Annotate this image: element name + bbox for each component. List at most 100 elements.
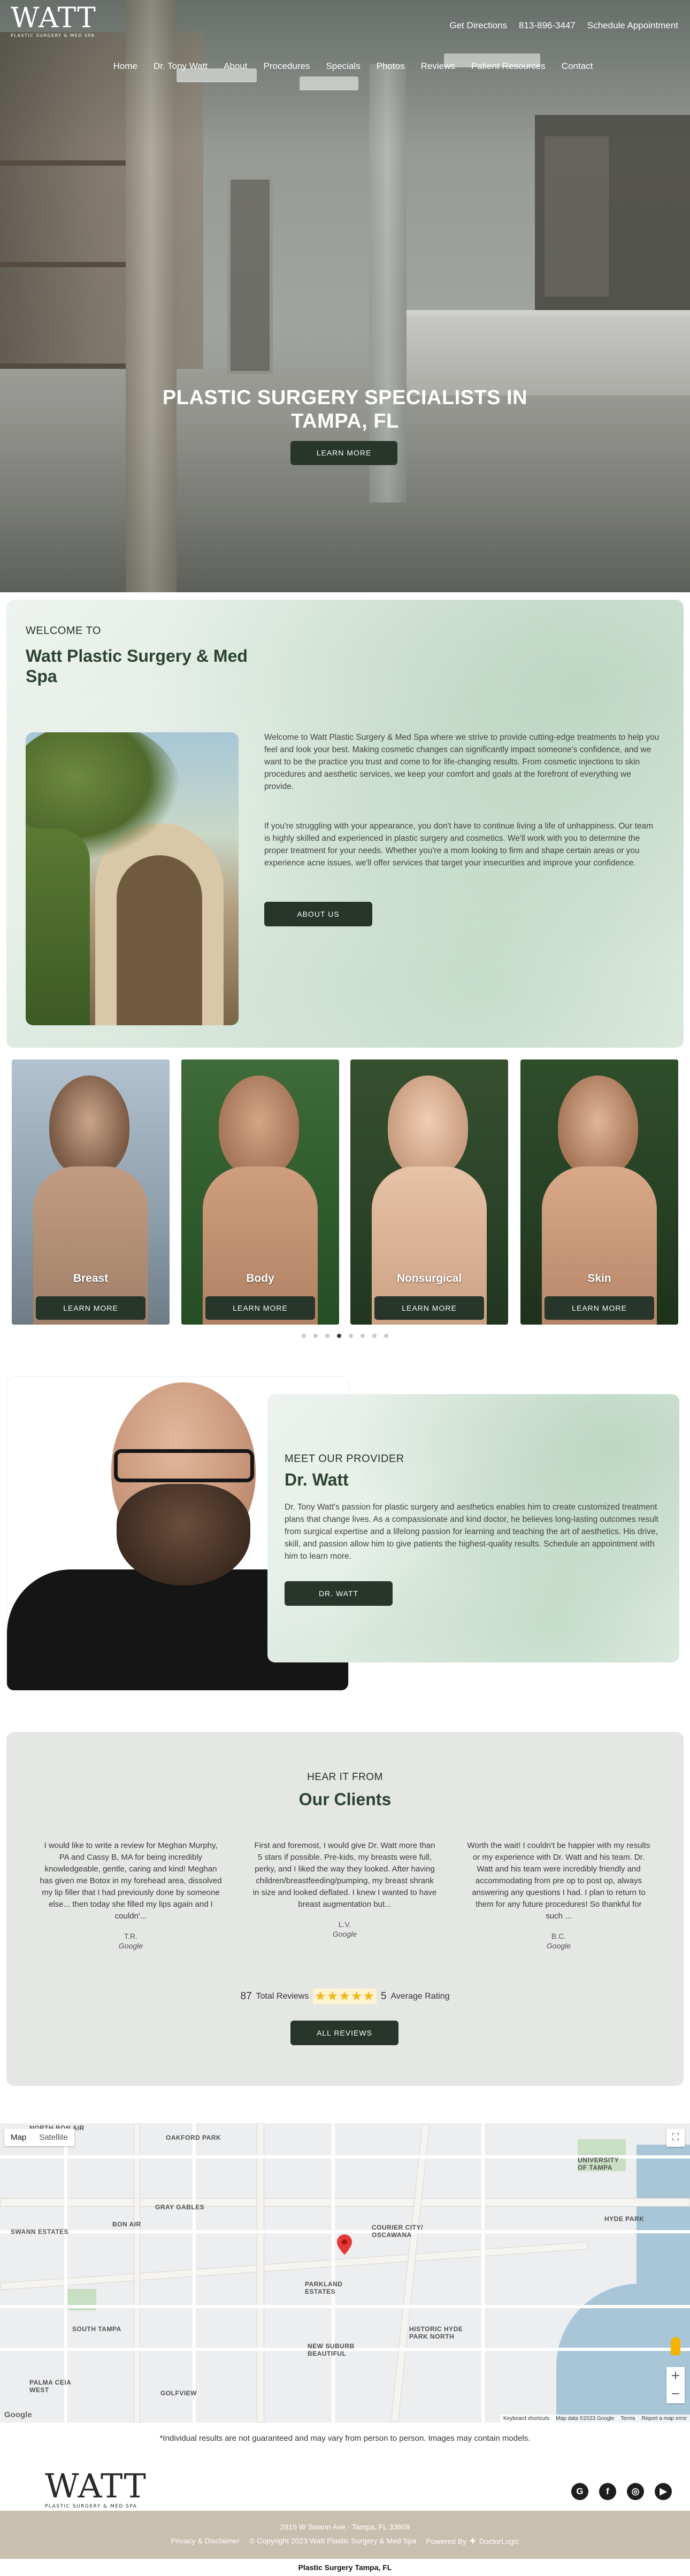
- google-logo: Google: [4, 2410, 32, 2419]
- nav-item-patient-resources[interactable]: Patient Resources: [471, 61, 546, 72]
- google-icon[interactable]: G: [571, 2483, 588, 2500]
- review-author: T.R.: [124, 1932, 137, 1940]
- provider-kicker: MEET OUR PROVIDER: [285, 1453, 404, 1465]
- phone-link[interactable]: 813-896-3447: [519, 20, 576, 31]
- review-card: First and foremost, I would give Dr. Wat…: [252, 1840, 437, 1938]
- map-label: GRAY GABLES: [155, 2203, 205, 2211]
- about-us-button[interactable]: ABOUT US: [264, 902, 372, 926]
- procedure-card-skin[interactable]: Skin LEARN MORE: [520, 1059, 678, 1325]
- map-label: COURIER CITY/ OSCAWANA: [372, 2224, 423, 2239]
- provider-section: MEET OUR PROVIDER Dr. Watt Dr. Tony Watt…: [267, 1394, 679, 1662]
- get-directions-link[interactable]: Get Directions: [449, 20, 507, 31]
- instagram-icon[interactable]: ◎: [627, 2483, 644, 2500]
- copyright-text: © Copyright 2023 Watt Plastic Surgery & …: [249, 2536, 417, 2545]
- map-pin-icon[interactable]: [337, 2234, 352, 2255]
- welcome-kicker: WELCOME TO: [26, 625, 101, 637]
- review-author: B.C.: [551, 1932, 566, 1940]
- map-label: BON AIR: [112, 2221, 141, 2228]
- hero-section: WATT PLASTIC SURGERY & MED SPA Get Direc…: [0, 0, 690, 592]
- nav-item-procedures[interactable]: Procedures: [264, 61, 310, 72]
- nav-item-specials[interactable]: Specials: [326, 61, 360, 72]
- body-learn-more-button[interactable]: LEARN MORE: [205, 1296, 315, 1320]
- map-road: [193, 2123, 196, 2423]
- reviews-section: HEAR IT FROM Our Clients I would like to…: [6, 1732, 684, 2086]
- hero-title-line1: PLASTIC SURGERY SPECIALISTS IN: [162, 386, 528, 409]
- map-tab-map[interactable]: Map: [4, 2129, 33, 2146]
- review-card: I would like to write a review for Megha…: [39, 1840, 223, 1950]
- footer-page-title: Plastic Surgery Tampa, FL: [298, 2563, 392, 2572]
- nav-item-contact[interactable]: Contact: [562, 61, 593, 72]
- card-label: Body: [246, 1272, 274, 1285]
- carousel-dot[interactable]: [302, 1334, 306, 1338]
- nav-item-home[interactable]: Home: [113, 61, 137, 72]
- card-label: Skin: [587, 1272, 611, 1285]
- all-reviews-button[interactable]: ALL REVIEWS: [290, 2021, 398, 2045]
- nonsurgical-learn-more-button[interactable]: LEARN MORE: [374, 1296, 484, 1320]
- privacy-disclaimer-link[interactable]: Privacy & Disclaimer: [171, 2536, 240, 2546]
- map-label: SWANN ESTATES: [11, 2228, 69, 2235]
- youtube-icon[interactable]: ▶: [655, 2483, 672, 2500]
- hero-learn-more-button[interactable]: LEARN MORE: [290, 441, 397, 465]
- powered-by[interactable]: Powered By ✚ DoctorLogic: [426, 2536, 519, 2546]
- map-label: OAKFORD PARK: [166, 2134, 221, 2141]
- carousel-dots: [0, 1334, 690, 1338]
- nav-item-photos[interactable]: Photos: [377, 61, 405, 72]
- map-keyboard-shortcuts-link[interactable]: Keyboard shortcuts: [503, 2416, 549, 2422]
- dr-watt-button[interactable]: DR. WATT: [285, 1581, 393, 1606]
- powered-by-brand: DoctorLogic: [479, 2536, 519, 2546]
- rating-summary: 87 Total Reviews ★★★★★ 5 Average Rating: [6, 1989, 684, 2004]
- schedule-appointment-link[interactable]: Schedule Appointment: [587, 20, 678, 31]
- fullscreen-icon[interactable]: ⛶: [666, 2129, 685, 2147]
- map-data-text: Map data ©2023 Google: [556, 2416, 615, 2422]
- photo-palm: [26, 829, 90, 1025]
- nav-item-dr-tony-watt[interactable]: Dr. Tony Watt: [154, 61, 208, 72]
- review-text: First and foremost, I would give Dr. Wat…: [252, 1841, 437, 1909]
- street-view-pegman-icon[interactable]: [671, 2337, 680, 2355]
- procedure-card-body[interactable]: Body LEARN MORE: [181, 1059, 339, 1325]
- carousel-dot[interactable]: [337, 1334, 341, 1338]
- footer-address[interactable]: 2815 W Swann Ave · Tampa, FL 33609: [0, 2523, 690, 2531]
- footer-links: Privacy & Disclaimer © Copyright 2023 Wa…: [0, 2536, 690, 2546]
- zoom-in-icon[interactable]: +: [666, 2367, 685, 2385]
- results-disclaimer: *Individual results are not guaranteed a…: [159, 2434, 531, 2443]
- social-links: G f ◎ ▶: [571, 2483, 672, 2500]
- review-card: Worth the wait! I couldn't be happier wi…: [466, 1840, 651, 1950]
- map-label: HYDE PARK: [604, 2215, 645, 2223]
- site-logo[interactable]: WATT PLASTIC SURGERY & MED SPA: [11, 4, 118, 47]
- facebook-icon[interactable]: f: [599, 2483, 616, 2500]
- carousel-dot[interactable]: [325, 1334, 329, 1338]
- location-map[interactable]: NORTH BON AIR OAKFORD PARK UNIVERSITY OF…: [0, 2123, 690, 2423]
- hero-overlay: [0, 0, 690, 592]
- nav-item-reviews[interactable]: Reviews: [421, 61, 455, 72]
- logo-wordmark: WATT: [45, 2466, 147, 2505]
- footer-logo[interactable]: WATT PLASTIC SURGERY & MED SPA: [45, 2466, 152, 2510]
- map-report-error-link[interactable]: Report a map error: [642, 2416, 687, 2422]
- map-road: [0, 2198, 690, 2207]
- nav-item-about[interactable]: About: [224, 61, 247, 72]
- map-road: [0, 2305, 690, 2308]
- map-road: [0, 2241, 588, 2291]
- map-road: [0, 2230, 690, 2233]
- provider-bio: Dr. Tony Watt's passion for plastic surg…: [285, 1503, 658, 1561]
- breast-learn-more-button[interactable]: LEARN MORE: [36, 1296, 145, 1320]
- map-label: HISTORIC HYDE PARK NORTH: [409, 2325, 463, 2340]
- doctorlogic-icon: ✚: [469, 2536, 476, 2545]
- total-reviews-label: Total Reviews: [256, 1991, 309, 2001]
- map-road: [390, 2123, 430, 2423]
- procedure-card-breast[interactable]: Breast LEARN MORE: [12, 1059, 170, 1325]
- skin-learn-more-button[interactable]: LEARN MORE: [545, 1296, 654, 1320]
- review-author: L.V.: [338, 1920, 351, 1929]
- provider-name: Dr. Watt: [285, 1470, 349, 1489]
- procedure-card-nonsurgical[interactable]: Nonsurgical LEARN MORE: [350, 1059, 508, 1325]
- zoom-out-icon[interactable]: −: [666, 2385, 685, 2403]
- map-tab-satellite[interactable]: Satellite: [33, 2129, 74, 2146]
- map-road: [257, 2123, 264, 2423]
- carousel-dot[interactable]: [361, 1334, 365, 1338]
- carousel-dot[interactable]: [372, 1334, 377, 1338]
- map-terms-link[interactable]: Terms: [620, 2416, 635, 2422]
- carousel-dot[interactable]: [349, 1334, 353, 1338]
- card-label: Breast: [73, 1272, 109, 1285]
- card-model: [558, 1076, 638, 1177]
- carousel-dot[interactable]: [384, 1334, 388, 1338]
- carousel-dot[interactable]: [313, 1334, 318, 1338]
